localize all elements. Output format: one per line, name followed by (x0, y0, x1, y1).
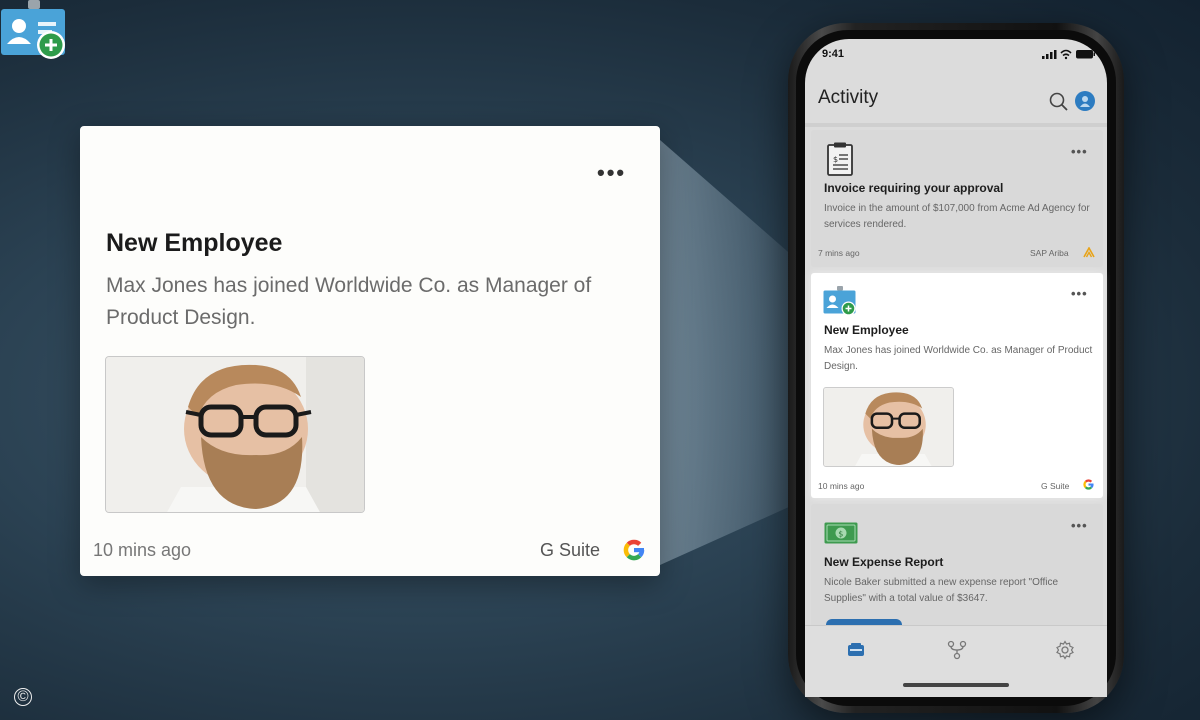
expense-card-description: Nicole Baker submitted a new expense rep… (824, 577, 1059, 604)
sap-ariba-logo-icon (1083, 247, 1095, 258)
more-options-button[interactable]: ••• (597, 160, 626, 186)
zoomed-card-description: Max Jones has joined Worldwide Co. as Ma… (106, 274, 592, 329)
google-logo-icon (1083, 479, 1094, 490)
invoice-card-title: Invoice requiring your approval (824, 181, 1004, 195)
header-divider (805, 123, 1107, 127)
google-logo-icon (623, 539, 645, 561)
activity-tab-icon[interactable] (847, 642, 865, 658)
expense-more-button[interactable]: ••• (1071, 518, 1088, 533)
settings-tab-icon[interactable] (1055, 640, 1075, 660)
employee-photo-thumbnail[interactable] (823, 387, 954, 467)
new-employee-badge-icon (1, 0, 65, 59)
new-employee-card-title: New Employee (824, 323, 909, 337)
zoomed-card-source: G Suite (540, 540, 601, 560)
activity-title: Activity (818, 87, 879, 108)
invoice-card-description: Invoice in the amount of $107,000 from A… (824, 203, 1090, 230)
search-icon[interactable] (1049, 92, 1069, 112)
invoice-more-button[interactable]: ••• (1071, 144, 1088, 159)
new-employee-card-time: 10 mins ago (818, 481, 865, 491)
status-time: 9:41 (822, 48, 845, 60)
invoice-card-source: SAP Ariba (1030, 248, 1069, 258)
copyright-mark: © (14, 688, 32, 706)
zoomed-card-time: 10 mins ago (93, 540, 192, 560)
user-avatar-icon[interactable] (1075, 91, 1095, 111)
workflow-tab-icon[interactable] (947, 640, 967, 660)
home-indicator (903, 683, 1009, 687)
invoice-card[interactable] (811, 130, 1103, 267)
new-employee-card-source: G Suite (1041, 481, 1070, 491)
svg-text:$: $ (833, 155, 838, 164)
invoice-clipboard-icon: $ (827, 142, 853, 176)
new-employee-badge-icon (823, 286, 856, 316)
dollar-bill-icon: $ (824, 522, 858, 544)
new-employee-more-button[interactable]: ••• (1071, 286, 1088, 301)
new-employee-card-description: Max Jones has joined Worldwide Co. as Ma… (824, 345, 1093, 372)
svg-text:$: $ (838, 530, 843, 539)
invoice-card-time: 7 mins ago (818, 248, 860, 258)
zoomed-card-title: New Employee (106, 229, 283, 257)
expense-card-title: New Expense Report (824, 555, 944, 569)
employee-photo[interactable] (105, 356, 365, 513)
status-indicators-icon (1042, 49, 1095, 60)
